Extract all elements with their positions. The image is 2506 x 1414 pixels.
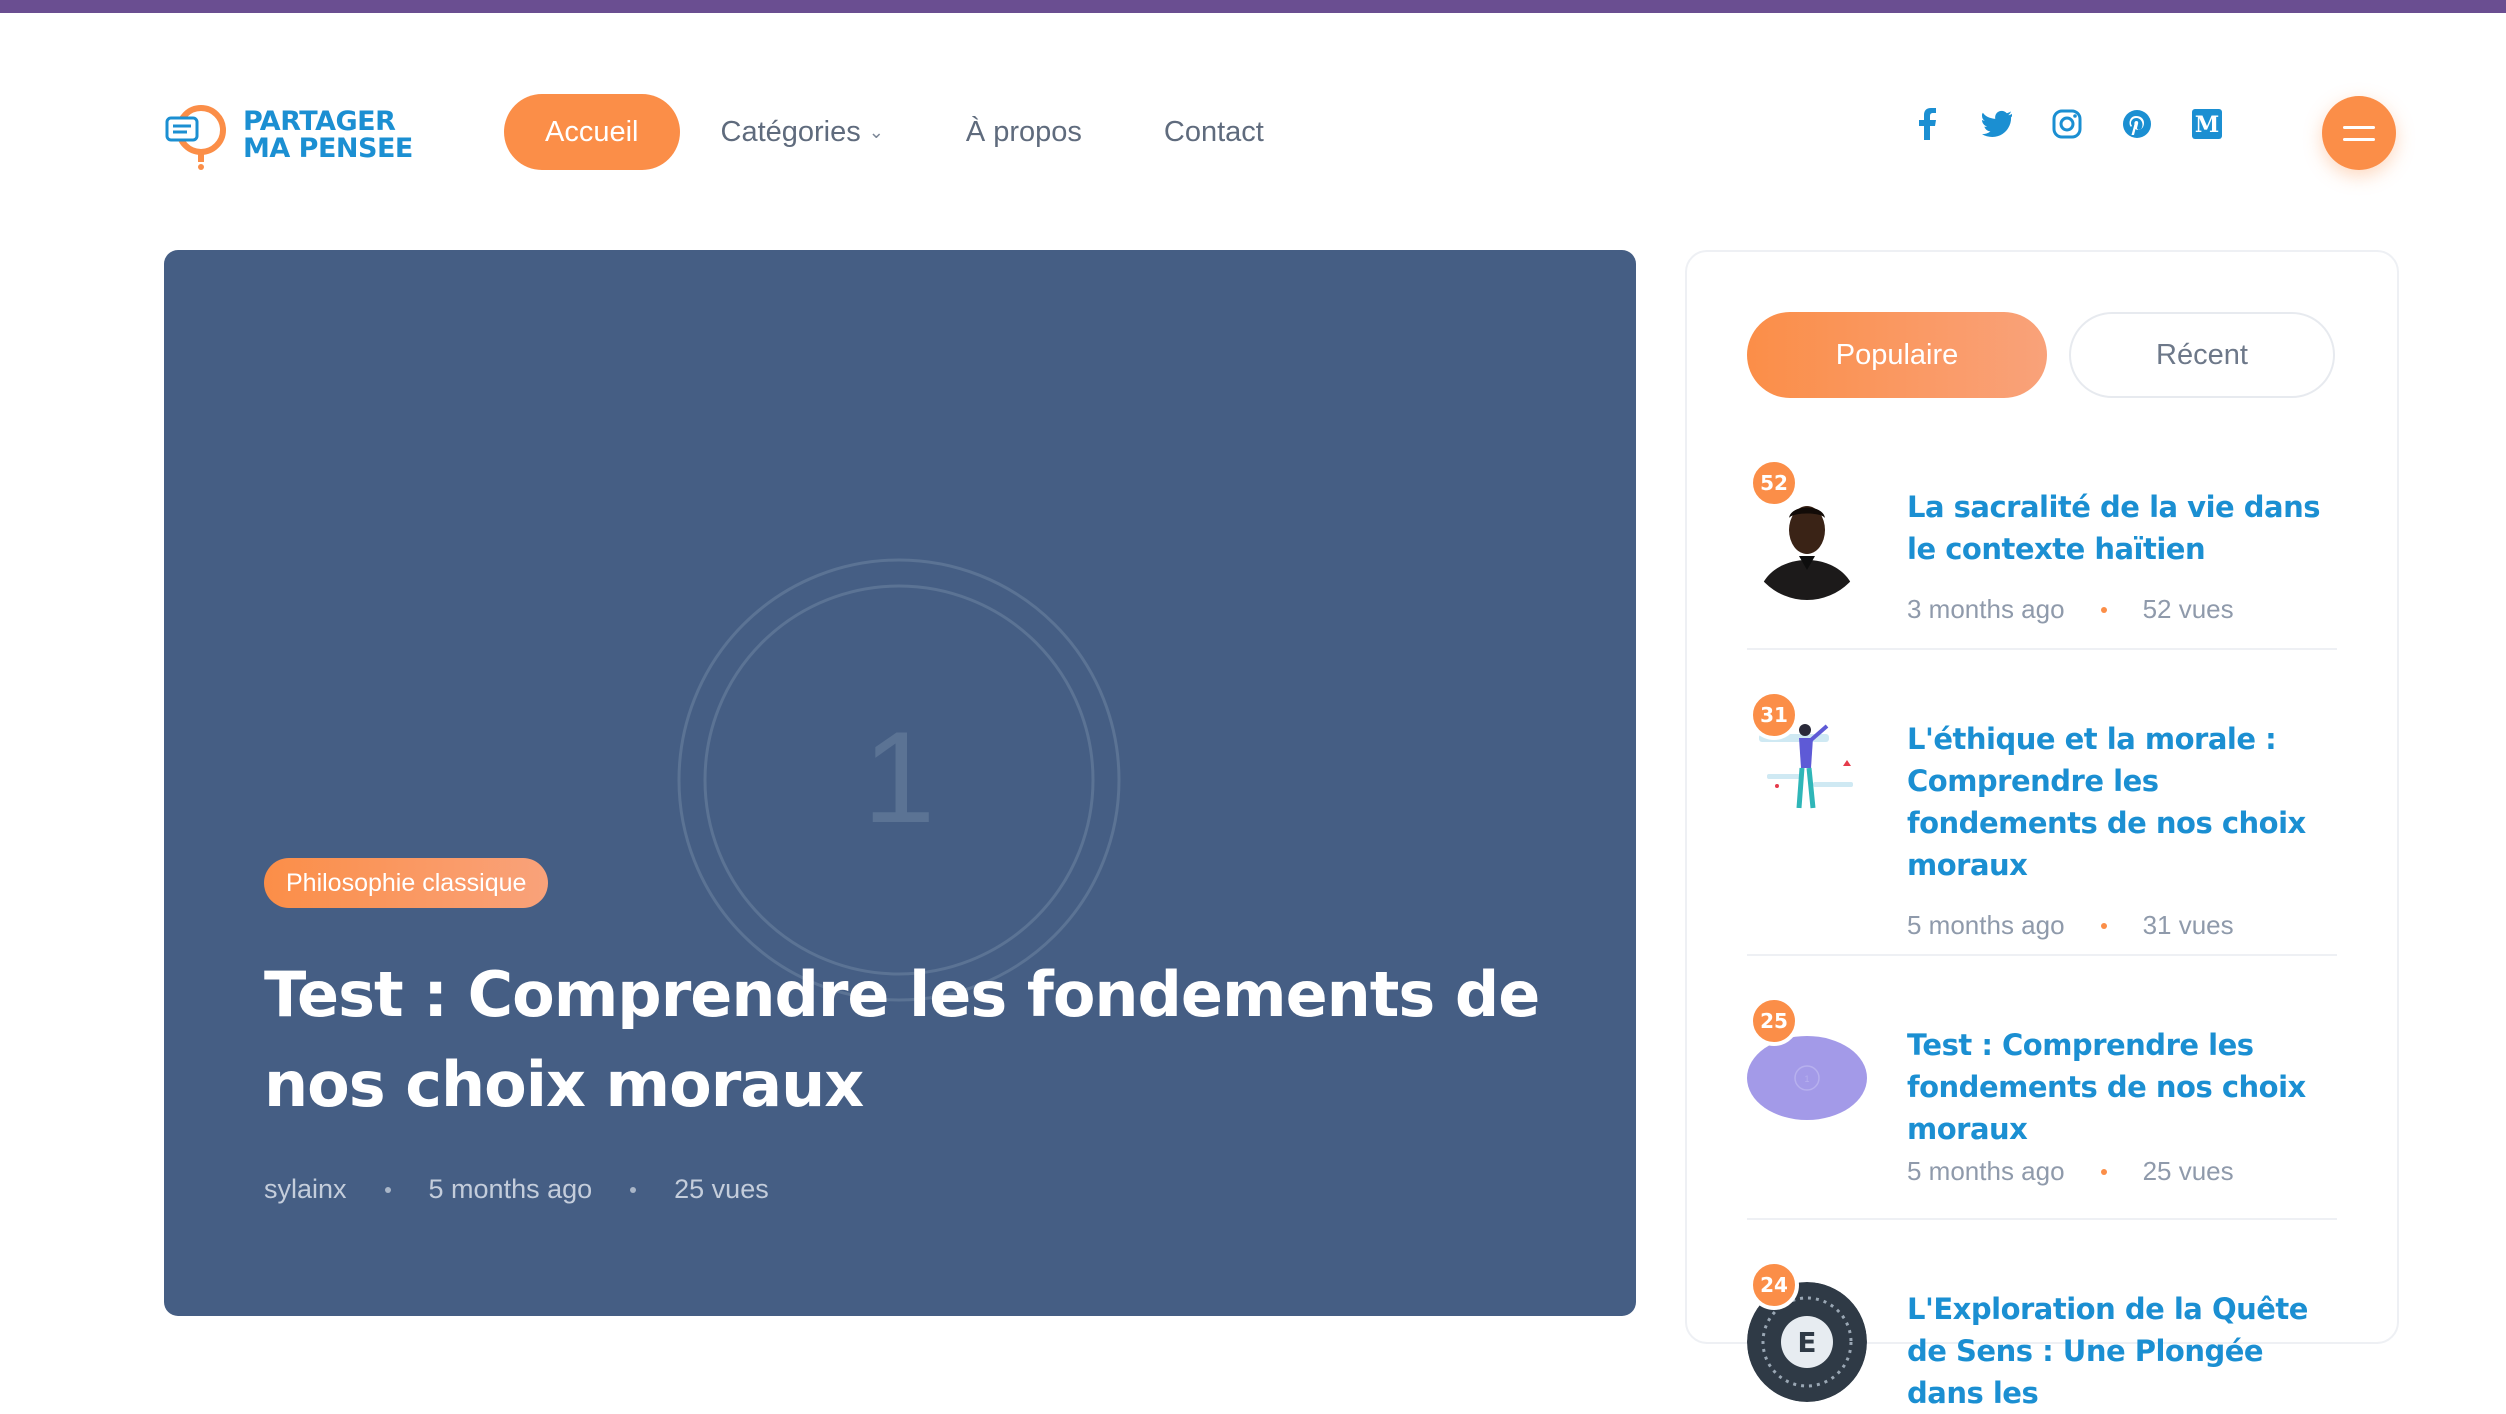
logo-icon bbox=[165, 105, 226, 170]
twitter-icon[interactable] bbox=[1982, 108, 2012, 140]
hamburger-menu-button[interactable] bbox=[2322, 96, 2396, 170]
post-meta: 5 months ago 25 vues bbox=[1907, 1156, 2234, 1187]
instagram-icon[interactable] bbox=[2052, 108, 2082, 140]
popular-post-item[interactable]: 52 La sacralité de la vie dans le contex… bbox=[1747, 458, 2337, 640]
featured-placeholder-art: 1 bbox=[677, 558, 1121, 1002]
tab-popular[interactable]: Populaire bbox=[1747, 312, 2047, 398]
post-rank-badge: 31 bbox=[1749, 690, 1799, 740]
main-nav: Accueil Catégories ⌄ À propos Contact bbox=[504, 94, 1305, 170]
featured-post-title[interactable]: Test : Comprendre les fondements de nos … bbox=[264, 950, 1564, 1130]
facebook-icon[interactable] bbox=[1912, 108, 1942, 140]
post-title[interactable]: L'éthique et la morale : Comprendre les … bbox=[1907, 718, 2347, 886]
post-date: 5 months ago bbox=[1907, 1156, 2065, 1186]
featured-number: 1 bbox=[863, 704, 935, 850]
divider bbox=[1747, 1218, 2337, 1220]
nav-about[interactable]: À propos bbox=[925, 94, 1123, 170]
sidebar-widget: Populaire Récent 52 La sacralité de la v… bbox=[1685, 250, 2399, 1410]
nav-contact[interactable]: Contact bbox=[1123, 94, 1305, 170]
featured-post-card[interactable]: 1 Philosophie classique Test : Comprendr… bbox=[164, 250, 1636, 1316]
top-accent-bar bbox=[0, 0, 2506, 13]
meta-separator bbox=[2100, 606, 2107, 613]
post-rank-badge: 25 bbox=[1749, 996, 1799, 1046]
post-rank-badge: 24 bbox=[1749, 1260, 1799, 1310]
category-tag[interactable]: Philosophie classique bbox=[264, 858, 549, 908]
medium-icon[interactable]: M bbox=[2192, 108, 2222, 140]
post-views: 25 vues bbox=[2142, 1156, 2234, 1186]
post-author[interactable]: sylainx bbox=[264, 1174, 347, 1205]
divider bbox=[1747, 954, 2337, 956]
svg-text:E: E bbox=[1797, 1326, 1816, 1359]
social-links: M bbox=[1912, 108, 2222, 140]
site-logo[interactable]: PARTAGER MA PENSEE bbox=[163, 100, 413, 170]
meta-separator bbox=[630, 1186, 637, 1193]
nav-home[interactable]: Accueil bbox=[504, 94, 680, 170]
svg-text:1: 1 bbox=[1804, 1074, 1809, 1084]
menu-line bbox=[2343, 125, 2375, 129]
svg-text:M: M bbox=[2195, 112, 2219, 138]
post-rank-badge: 52 bbox=[1749, 458, 1799, 508]
post-meta: 3 months ago 52 vues bbox=[1907, 594, 2234, 625]
popular-post-item[interactable]: 25 1 Test : Comprendre les fondements de… bbox=[1747, 996, 2337, 1218]
popular-post-item[interactable]: 31 L'éthique et la morale : Comprendre l… bbox=[1747, 690, 2337, 952]
meta-separator bbox=[384, 1186, 391, 1193]
nav-categories-label: Catégories bbox=[720, 115, 861, 148]
post-title[interactable]: L'Exploration de la Quête de Sens : Une … bbox=[1907, 1288, 2347, 1414]
post-meta: 5 months ago 31 vues bbox=[1907, 910, 2234, 941]
featured-post-meta: sylainx 5 months ago 25 vues bbox=[264, 1174, 769, 1205]
divider bbox=[1747, 648, 2337, 650]
post-views: 31 vues bbox=[2142, 910, 2234, 940]
meta-separator bbox=[2100, 1168, 2107, 1175]
post-date: 5 months ago bbox=[428, 1174, 593, 1204]
post-date: 5 months ago bbox=[1907, 910, 2065, 940]
logo-line-1: PARTAGER bbox=[243, 106, 396, 137]
sidebar-tabs: Populaire Récent bbox=[1747, 312, 2335, 398]
logo-text: PARTAGER MA PENSEE bbox=[243, 108, 413, 162]
post-title[interactable]: La sacralité de la vie dans le contexte … bbox=[1907, 486, 2347, 570]
pinterest-icon[interactable] bbox=[2122, 108, 2152, 140]
post-date: 3 months ago bbox=[1907, 594, 2065, 624]
post-views: 25 vues bbox=[674, 1174, 769, 1204]
tab-recent[interactable]: Récent bbox=[2069, 312, 2335, 398]
nav-categories[interactable]: Catégories ⌄ bbox=[680, 94, 925, 170]
post-title[interactable]: Test : Comprendre les fondements de nos … bbox=[1907, 1024, 2347, 1150]
menu-line bbox=[2343, 137, 2375, 141]
logo-line-2: MA PENSEE bbox=[243, 133, 413, 164]
meta-separator bbox=[2100, 922, 2107, 929]
chevron-down-icon: ⌄ bbox=[868, 121, 884, 142]
popular-post-item[interactable]: 24 E L'Exploration de la Quête de Sens :… bbox=[1747, 1260, 2337, 1410]
post-views: 52 vues bbox=[2142, 594, 2234, 624]
